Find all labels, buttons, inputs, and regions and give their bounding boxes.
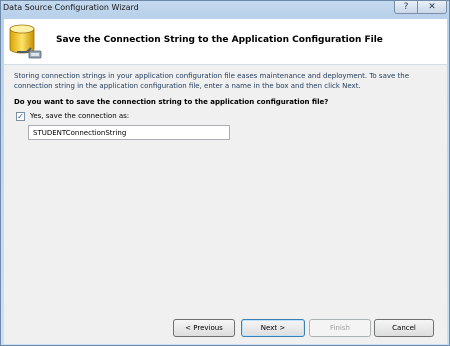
cancel-button[interactable]: Cancel — [374, 319, 434, 337]
window-title: Data Source Configuration Wizard — [3, 3, 139, 12]
help-icon: ? — [403, 2, 409, 12]
connection-name-input[interactable] — [28, 125, 230, 140]
checkmark-icon: ✓ — [17, 112, 24, 121]
save-question: Do you want to save the connection strin… — [14, 98, 329, 106]
help-button[interactable]: ? — [394, 1, 418, 14]
wizard-footer: < Previous Next > Finish Cancel — [4, 304, 447, 344]
save-connection-checkbox[interactable]: ✓ — [16, 112, 25, 121]
save-connection-label[interactable]: Yes, save the connection as: — [30, 112, 129, 120]
wizard-header: Save the Connection String to the Applic… — [4, 19, 447, 65]
wizard-window: Data Source Configuration Wizard ? ✕ Sav… — [0, 0, 450, 346]
wizard-content: Storing connection strings in your appli… — [4, 65, 447, 304]
database-connection-icon — [9, 24, 42, 59]
finish-button[interactable]: Finish — [309, 319, 371, 337]
page-title: Save the Connection String to the Applic… — [56, 35, 383, 45]
close-icon: ✕ — [428, 2, 436, 12]
close-button[interactable]: ✕ — [417, 1, 447, 14]
next-button[interactable]: Next > — [241, 319, 305, 337]
previous-button[interactable]: < Previous — [173, 319, 235, 337]
description-text: Storing connection strings in your appli… — [14, 72, 410, 90]
title-bar: Data Source Configuration Wizard ? ✕ — [1, 1, 449, 17]
